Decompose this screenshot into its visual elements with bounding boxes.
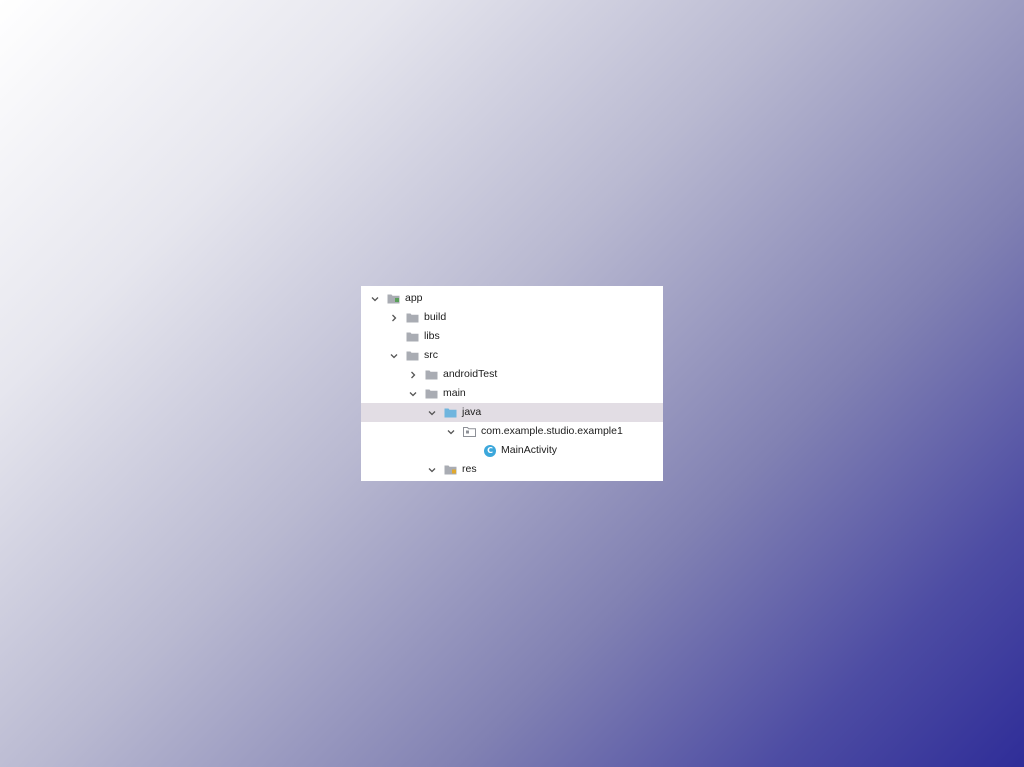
tree-node-app[interactable]: app: [361, 289, 663, 308]
tree-node-label: main: [443, 387, 466, 399]
tree-node-label: MainActivity: [501, 444, 558, 456]
tree-node-label: res: [462, 463, 477, 475]
tree-node-build[interactable]: build: [361, 308, 663, 327]
chevron-down-icon[interactable]: [408, 389, 418, 399]
tree-node-label: java: [462, 406, 482, 418]
module-folder-icon: [387, 293, 400, 304]
folder-icon: [425, 369, 438, 380]
folder-icon: [406, 350, 419, 361]
chevron-down-icon[interactable]: [427, 465, 437, 475]
chevron-down-icon[interactable]: [446, 427, 456, 437]
chevron-right-icon[interactable]: [389, 313, 399, 323]
arrow-spacer: [467, 446, 477, 456]
tree-node-main[interactable]: main: [361, 384, 663, 403]
tree-node-package[interactable]: com.example.studio.example1: [361, 422, 663, 441]
tree-node-label: app: [405, 292, 423, 304]
tree-node-label: libs: [424, 330, 440, 342]
chevron-right-icon[interactable]: [408, 370, 418, 380]
resource-folder-icon: [444, 464, 457, 475]
folder-icon: [406, 331, 419, 342]
chevron-down-icon[interactable]: [389, 351, 399, 361]
tree-node-androidtest[interactable]: androidTest: [361, 365, 663, 384]
package-icon: [463, 426, 476, 437]
class-icon: C: [484, 444, 496, 457]
source-folder-icon: [444, 407, 457, 418]
tree-node-src[interactable]: src: [361, 346, 663, 365]
tree-node-label: androidTest: [443, 368, 498, 380]
tree-node-res[interactable]: res: [361, 460, 663, 479]
project-tree-panel: app build libs src androidTest main java…: [361, 286, 663, 481]
tree-node-label: com.example.studio.example1: [481, 425, 623, 437]
folder-icon: [425, 388, 438, 399]
chevron-down-icon[interactable]: [427, 408, 437, 418]
folder-icon: [406, 312, 419, 323]
arrow-spacer: [389, 332, 399, 342]
tree-node-java[interactable]: java: [361, 403, 663, 422]
chevron-down-icon[interactable]: [370, 294, 380, 304]
tree-node-libs[interactable]: libs: [361, 327, 663, 346]
tree-node-mainactivity[interactable]: C MainActivity: [361, 441, 663, 460]
tree-node-label: build: [424, 311, 447, 323]
tree-node-label: src: [424, 349, 438, 361]
